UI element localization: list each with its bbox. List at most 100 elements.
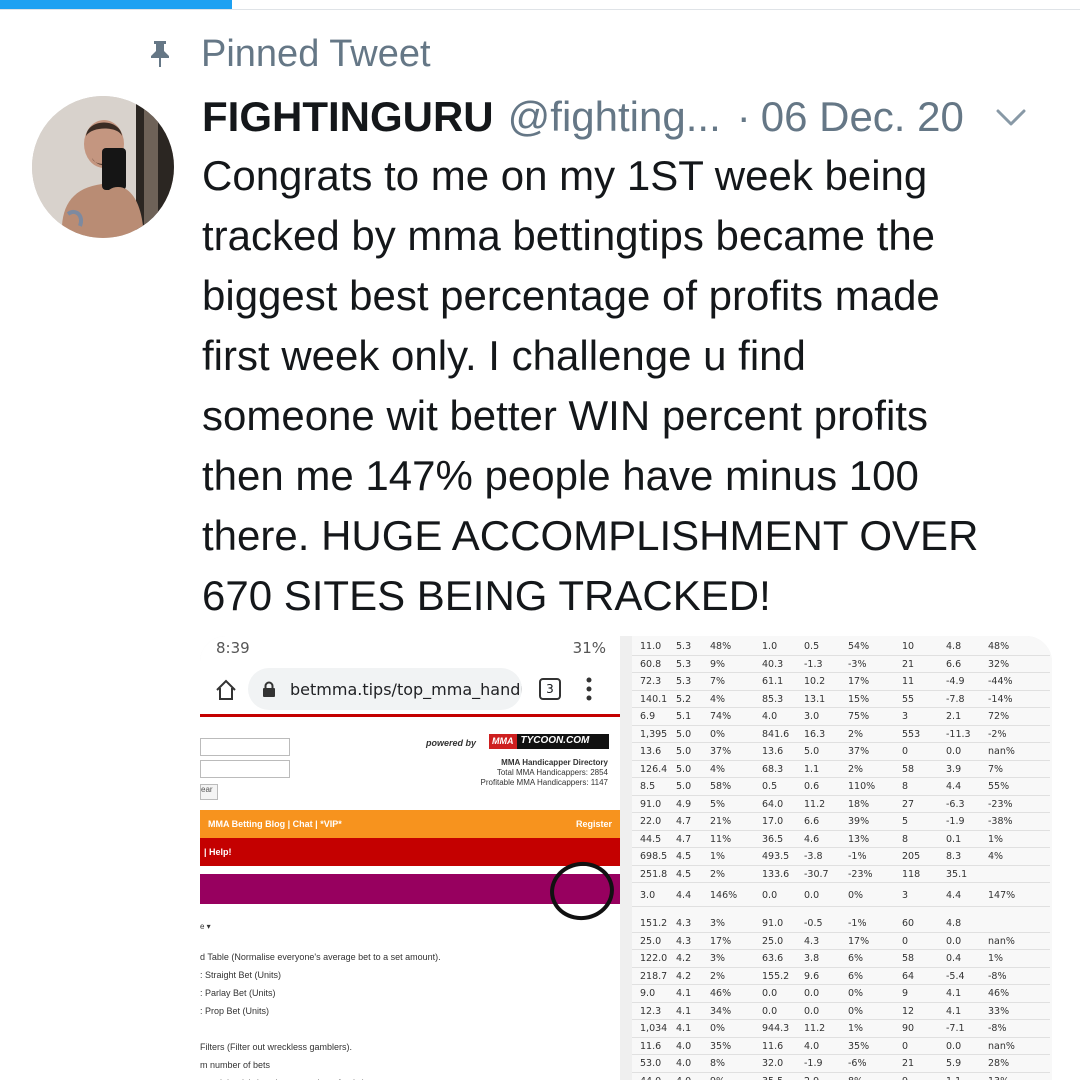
site-nav-links: MMA Betting Blog | Chat | *VIP* <box>208 819 342 829</box>
table-cell: 6% <box>848 953 864 964</box>
table-cell: -14% <box>988 693 1013 705</box>
table-cell: 4.4 <box>676 890 692 901</box>
table-row: 22.0 4.7 21% 17.0 6.6 39% 5 -1.9 -38% <box>632 813 1050 831</box>
table-cell: 8.5 <box>640 781 656 792</box>
table-cell: 0.0 <box>762 1005 778 1017</box>
table-cell: 2.1 <box>946 711 962 722</box>
table-cell: 133.6 <box>762 868 790 880</box>
table-cell: 37% <box>710 746 732 757</box>
table-cell: 53.0 <box>640 1058 662 1069</box>
directory-title: MMA Handicapper Directory <box>501 758 608 767</box>
table-cell: 0.0 <box>946 746 962 757</box>
browser-url-row: betmma.tips/top_mma_handic 3 <box>200 666 620 716</box>
tweet-media[interactable]: 8:39 31% betmma.tips/top_mma_handic 3 ea… <box>200 636 1052 1080</box>
handicapper-table: 11.0 5.3 48% 1.0 0.5 54% 10 4.8 48% 60.8 5.3 9% 40.3… <box>632 636 1052 1080</box>
table-cell: 8 <box>902 781 909 792</box>
table-cell: 4.0 <box>676 1058 692 1069</box>
table-cell: 0.0 <box>804 890 820 901</box>
table-cell: 54% <box>848 641 870 652</box>
table-cell: 5.9 <box>946 1058 962 1069</box>
table-cell: 4.0 <box>762 711 778 722</box>
table-cell: 9 <box>902 1076 908 1080</box>
table-cell: -38% <box>988 816 1013 827</box>
table-cell: 2% <box>710 868 726 880</box>
table-cell: 0% <box>848 1005 864 1017</box>
table-cell: 0.5 <box>762 781 778 792</box>
chevron-down-icon[interactable] <box>994 100 1028 134</box>
table-cell: 4.1 <box>676 988 692 999</box>
home-icon <box>214 678 238 702</box>
table-cell: 21 <box>902 1058 915 1069</box>
header-separator: · <box>736 93 751 140</box>
table-cell: 251.8 <box>640 868 668 880</box>
table-cell: 8.3 <box>946 851 962 862</box>
table-cell: 944.3 <box>762 1023 790 1034</box>
status-battery: 31% <box>572 639 606 657</box>
table-cell: -6% <box>848 1058 867 1069</box>
table-cell: 13.6 <box>762 746 784 757</box>
handle[interactable]: @fighting... <box>508 93 721 141</box>
table-cell: 0.5 <box>804 641 820 652</box>
table-cell: 91.0 <box>762 918 784 929</box>
table-cell: 60 <box>902 918 915 929</box>
table-cell: -6.3 <box>946 798 965 810</box>
table-row: 6.9 5.1 74% 4.0 3.0 75% 3 2.1 72% <box>632 708 1050 726</box>
table-cell: 4.3 <box>804 935 820 947</box>
table-cell: 11.2 <box>804 798 826 810</box>
table-cell: 4.5 <box>676 851 692 862</box>
profitable-handicappers: Profitable MMA Handicappers: 1147 <box>480 778 608 787</box>
table-cell: 4.5 <box>676 868 692 880</box>
table-cell: 11.2 <box>804 1023 826 1034</box>
table-cell: 63.6 <box>762 953 784 964</box>
table-cell: 147% <box>988 890 1016 901</box>
table-cell: 17% <box>848 676 870 687</box>
site-select: e ▾ <box>200 922 211 931</box>
table-cell: 841.6 <box>762 728 790 740</box>
table-cell: 5 <box>902 816 909 827</box>
tweet-date[interactable]: 06 Dec. 20 <box>761 93 964 141</box>
total-handicappers: Total MMA Handicappers: 2854 <box>496 768 608 777</box>
site-settings-line: d Table (Normalise everyone's average be… <box>200 952 441 962</box>
table-cell: 1.0 <box>762 641 778 652</box>
table-cell: 11.6 <box>640 1040 662 1052</box>
table-cell: 4.6 <box>804 833 820 845</box>
table-cell: -2% <box>988 728 1007 740</box>
table-row: 72.3 5.3 7% 61.1 10.2 17% 11 -4.9 -44% <box>632 673 1050 691</box>
table-cell: 36.5 <box>762 833 784 845</box>
table-cell: 10.2 <box>804 676 826 687</box>
site-stats: MMA Handicapper Directory Total MMA Hand… <box>481 758 608 788</box>
table-cell: 2% <box>710 970 726 982</box>
table-cell: 0.0 <box>762 988 778 999</box>
display-name[interactable]: FIGHTINGURU <box>202 93 494 141</box>
table-cell: -0.5 <box>804 918 823 929</box>
table-cell: 44.0 <box>640 1076 661 1080</box>
table-cell: 0.6 <box>804 781 820 792</box>
table-cell: 118 <box>902 868 921 880</box>
site-nav-orange: MMA Betting Blog | Chat | *VIP* Register <box>200 810 620 838</box>
pin-icon <box>145 36 175 72</box>
table-cell: -5.4 <box>946 970 965 982</box>
table-cell: 5.3 <box>676 676 692 687</box>
table-cell: 9% <box>710 658 726 670</box>
table-cell: 3.9 <box>946 763 962 775</box>
table-cell: 85.3 <box>762 693 784 705</box>
table-cell: 32% <box>988 658 1010 670</box>
table-cell: 33% <box>988 1005 1010 1017</box>
table-cell: 48% <box>710 641 732 652</box>
table-cell: 8% <box>710 1058 726 1069</box>
brand-mma: MMA <box>489 734 517 749</box>
table-cell: 698.5 <box>640 851 668 862</box>
table-cell: 4.3 <box>676 935 692 947</box>
table-cell: 3.8 <box>804 953 820 964</box>
table-cell: 7% <box>710 676 726 687</box>
table-cell: 10 <box>902 641 915 652</box>
avatar[interactable] <box>32 96 174 238</box>
table-cell: 1.1 <box>946 1076 961 1080</box>
table-cell: 205 <box>902 851 921 862</box>
table-cell: 4.1 <box>946 988 962 999</box>
table-cell: 9.0 <box>640 988 656 999</box>
table-row: 9.0 4.1 46% 0.0 0.0 0% 9 4.1 46% <box>632 985 1050 1003</box>
table-cell: -23% <box>848 868 873 880</box>
table-cell: 4.8 <box>946 918 962 929</box>
table-cell: 21 <box>902 658 915 670</box>
